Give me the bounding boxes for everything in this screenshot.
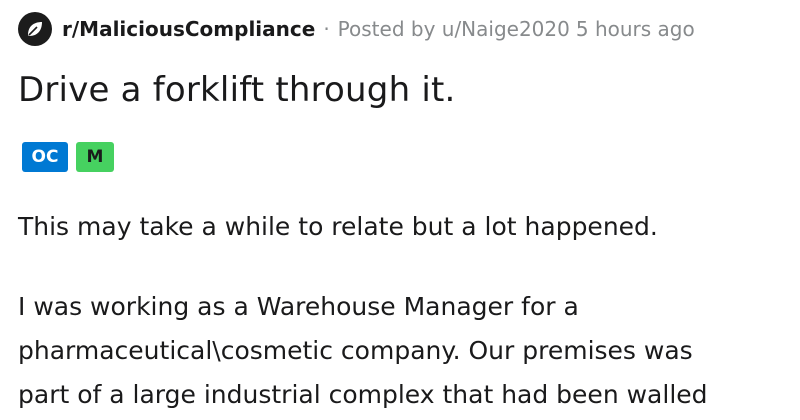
- paragraph-line: pharmaceutical\cosmetic company. Our pre…: [18, 336, 693, 365]
- flair-oc[interactable]: OC: [22, 142, 68, 172]
- subreddit-icon[interactable]: [18, 12, 52, 46]
- flair-m[interactable]: M: [76, 142, 114, 172]
- subreddit-link[interactable]: r/MaliciousCompliance: [62, 17, 315, 41]
- flair-list: OC M: [22, 142, 114, 172]
- post-time: 5 hours ago: [575, 17, 695, 41]
- leaf-icon: [28, 22, 42, 36]
- post-paragraph-2: I was working as a Warehouse Manager for…: [18, 285, 708, 417]
- separator-dot: ·: [323, 17, 330, 41]
- post-paragraph-1: This may take a while to relate but a lo…: [18, 212, 658, 241]
- paragraph-line: I was working as a Warehouse Manager for…: [18, 292, 579, 321]
- posted-by-link[interactable]: Posted by u/Naige2020: [338, 17, 570, 41]
- post-meta: Posted by u/Naige2020 5 hours ago: [338, 17, 701, 41]
- post-header: r/MaliciousCompliance · Posted by u/Naig…: [18, 12, 701, 46]
- post-title[interactable]: Drive a forklift through it.: [18, 70, 456, 110]
- paragraph-line: part of a large industrial complex that …: [18, 380, 708, 409]
